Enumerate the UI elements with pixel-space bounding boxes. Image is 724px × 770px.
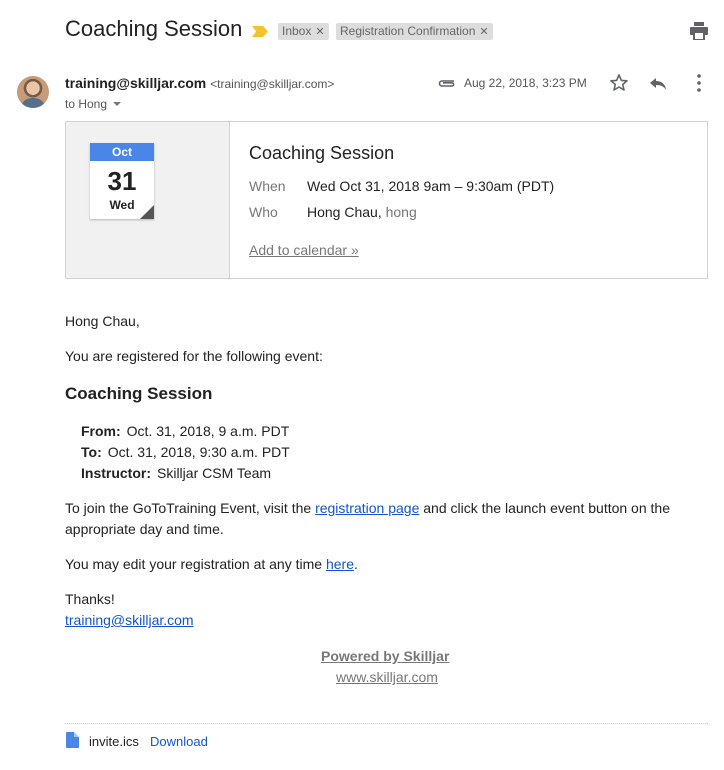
- signature-email-link[interactable]: training@skilljar.com: [65, 610, 194, 631]
- star-icon[interactable]: [609, 73, 629, 93]
- detail-label: Instructor:: [81, 465, 151, 481]
- edit-text-pre: You may edit your registration at any ti…: [65, 556, 326, 572]
- detail-label: To:: [81, 444, 102, 460]
- edit-registration-link[interactable]: here: [326, 556, 354, 572]
- recipient-toggle[interactable]: to Hong: [65, 97, 122, 111]
- calendar-invite-sidebar: Oct 31 Wed: [66, 122, 230, 278]
- calendar-day: 31: [107, 166, 137, 196]
- chevron-down-icon[interactable]: [113, 102, 122, 106]
- divider: [65, 723, 708, 724]
- paperclip-icon: [438, 80, 455, 87]
- reply-icon[interactable]: [648, 73, 668, 93]
- website-link[interactable]: www.skilljar.com: [336, 669, 438, 685]
- sender: training@skilljar.com <training@skilljar…: [65, 75, 334, 91]
- calendar-month: Oct: [90, 143, 154, 161]
- download-link[interactable]: Download: [150, 734, 208, 749]
- calendar-date-badge: Oct 31 Wed: [90, 143, 154, 219]
- avatar[interactable]: [17, 76, 49, 108]
- who-value: Hong Chau, hong: [307, 204, 417, 220]
- detail-to: To: Oct. 31, 2018, 9:30 a.m. PDT: [81, 444, 290, 460]
- thanks-text: Thanks!: [65, 591, 115, 607]
- registration-page-link[interactable]: registration page: [315, 500, 419, 516]
- join-text-line2: appropriate day and time.: [65, 521, 224, 537]
- importance-marker-icon[interactable]: [252, 26, 268, 37]
- recipient-label: to Hong: [65, 97, 108, 111]
- file-icon: [66, 732, 79, 748]
- powered-by-link[interactable]: Powered by Skilljar: [321, 648, 449, 664]
- email-subject: Coaching Session: [65, 16, 243, 41]
- label-chip-inbox: Inbox ✕: [278, 23, 329, 40]
- label-chip-registration: Registration Confirmation ✕: [336, 23, 493, 40]
- intro-text: You are registered for the following eve…: [65, 348, 323, 364]
- more-vert-icon[interactable]: [696, 73, 702, 93]
- who-name: Hong Chau,: [307, 204, 382, 220]
- who-username: hong: [385, 204, 417, 220]
- detail-value: Oct. 31, 2018, 9:30 a.m. PDT: [107, 444, 290, 460]
- page-fold-icon: [140, 205, 154, 219]
- close-icon[interactable]: ✕: [479, 26, 488, 38]
- detail-value: Oct. 31, 2018, 9 a.m. PDT: [126, 423, 290, 439]
- edit-text: You may edit your registration at any ti…: [65, 554, 358, 575]
- detail-value: Skilljar CSM Team: [157, 465, 272, 481]
- when-label: When: [249, 178, 286, 194]
- timestamp: Aug 22, 2018, 3:23 PM: [464, 76, 587, 90]
- join-text-pre: To join the GoToTraining Event, visit th…: [65, 500, 316, 516]
- attachment-filename[interactable]: invite.ics: [89, 734, 139, 749]
- event-heading: Coaching Session: [65, 384, 213, 403]
- add-to-calendar-link[interactable]: Add to calendar »: [249, 242, 359, 258]
- edit-text-post: .: [353, 556, 358, 572]
- greeting: Hong Chau,: [65, 313, 140, 329]
- detail-label: From:: [81, 423, 121, 439]
- detail-instructor: Instructor: Skilljar CSM Team: [81, 465, 271, 481]
- sender-name[interactable]: training@skilljar.com: [65, 75, 206, 91]
- join-text: To join the GoToTraining Event, visit th…: [65, 498, 670, 519]
- sender-email: <training@skilljar.com>: [210, 77, 335, 91]
- label-chip-text: Registration Confirmation: [340, 24, 476, 38]
- invite-title: Coaching Session: [249, 143, 395, 163]
- detail-from: From: Oct. 31, 2018, 9 a.m. PDT: [81, 423, 289, 439]
- join-text-post: and click the launch event button on the: [419, 500, 670, 516]
- close-icon[interactable]: ✕: [315, 26, 324, 38]
- label-chip-text: Inbox: [282, 24, 312, 38]
- who-label: Who: [249, 204, 278, 220]
- when-value: Wed Oct 31, 2018 9am – 9:30am (PDT): [307, 178, 555, 194]
- print-icon[interactable]: [689, 22, 709, 40]
